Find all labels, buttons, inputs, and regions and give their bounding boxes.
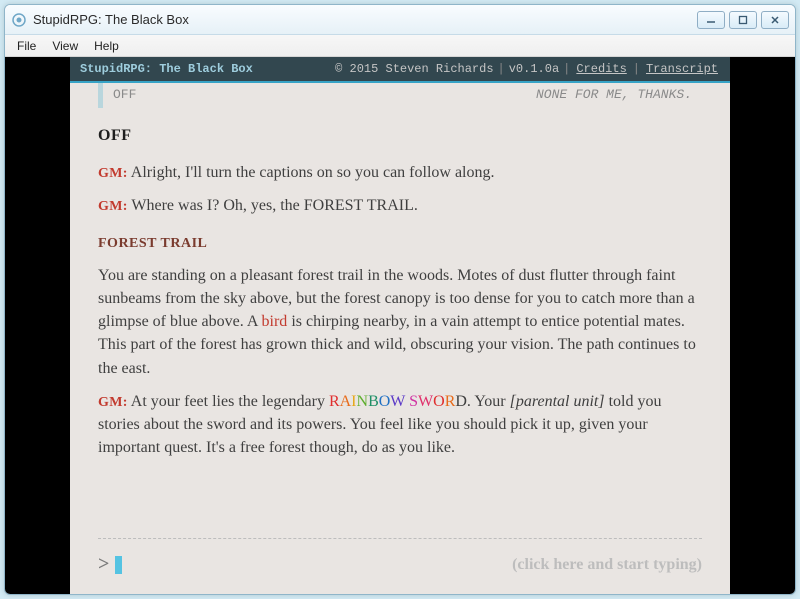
prev-response: NONE FOR ME, THANKS.	[536, 86, 692, 105]
prompt-symbol: >	[98, 553, 109, 576]
menu-view[interactable]: View	[44, 37, 86, 55]
credits-link[interactable]: Credits	[576, 62, 626, 76]
separator: |	[563, 62, 570, 76]
menu-help[interactable]: Help	[86, 37, 127, 55]
gm-text: Alright, I'll turn the captions on so yo…	[128, 164, 495, 181]
transcript-link[interactable]: Transcript	[646, 62, 718, 76]
previous-exchange: OFF NONE FOR ME, THANKS.	[98, 83, 702, 108]
window-title: StupidRPG: The Black Box	[33, 12, 697, 27]
input-hint: (click here and start typing)	[512, 556, 702, 574]
window-controls	[697, 11, 789, 29]
close-button[interactable]	[761, 11, 789, 29]
gm-text: Where was I? Oh, yes, the FOREST TRAIL.	[128, 197, 418, 214]
gm-label: GM:	[98, 395, 128, 410]
prev-command: OFF	[113, 86, 136, 105]
location-heading: FOREST TRAIL	[98, 234, 702, 254]
separator: |	[498, 62, 505, 76]
game-page: StupidRPG: The Black Box © 2015 Steven R…	[70, 57, 730, 594]
gm-label: GM:	[98, 166, 128, 181]
menu-bar: File View Help	[5, 35, 795, 57]
gm-line: GM: At your feet lies the legendary RAIN…	[98, 390, 702, 460]
text-cursor	[115, 556, 122, 574]
gm-line: GM: Alright, I'll turn the captions on s…	[98, 161, 702, 184]
command-input-row[interactable]: > (click here and start typing)	[70, 539, 730, 594]
game-transcript[interactable]: OFF NONE FOR ME, THANKS. OFF GM: Alright…	[70, 83, 730, 520]
client-area: StupidRPG: The Black Box © 2015 Steven R…	[5, 57, 795, 594]
minimize-button[interactable]	[697, 11, 725, 29]
menu-file[interactable]: File	[9, 37, 44, 55]
game-copyright: © 2015 Steven Richards	[335, 62, 493, 76]
game-header: StupidRPG: The Black Box © 2015 Steven R…	[70, 57, 730, 83]
title-bar[interactable]: StupidRPG: The Black Box	[5, 5, 795, 35]
command-echo: OFF	[98, 124, 702, 147]
game-title: StupidRPG: The Black Box	[80, 62, 335, 76]
keyword-bird[interactable]: bird	[262, 313, 288, 330]
gm-line: GM: Where was I? Oh, yes, the FOREST TRA…	[98, 194, 702, 217]
separator: |	[633, 62, 640, 76]
app-window: StupidRPG: The Black Box File View Help …	[4, 4, 796, 595]
maximize-button[interactable]	[729, 11, 757, 29]
parental-unit: [parental unit]	[510, 393, 605, 410]
game-version: v0.1.0a	[509, 62, 559, 76]
room-description: You are standing on a pleasant forest tr…	[98, 264, 702, 380]
gm-label: GM:	[98, 199, 128, 214]
keyword-rainbow-sword[interactable]: RAINBOW SWORD	[329, 393, 467, 410]
app-icon	[11, 12, 27, 28]
